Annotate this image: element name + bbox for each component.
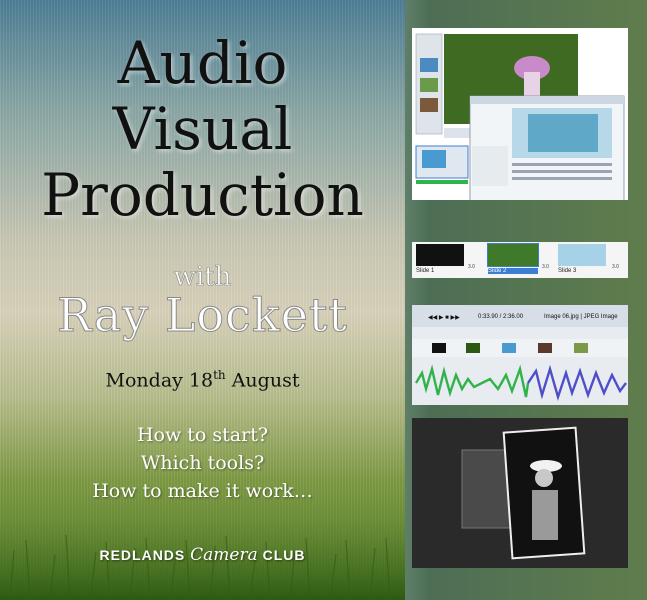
- date-suffix: th: [213, 368, 226, 382]
- timeline-waveform: [412, 339, 628, 402]
- question-2: Which tools?: [140, 452, 265, 474]
- question-3: How to make it work…: [92, 480, 313, 502]
- date-day: Monday 18: [105, 369, 214, 392]
- screenshot-photo: [412, 418, 628, 568]
- slide-value-2: 3.0: [542, 264, 549, 270]
- title-line-1: Audio: [117, 29, 288, 97]
- slide-thumb-2: [487, 243, 539, 267]
- bw-photo-illustration: [412, 418, 628, 568]
- club-logo: REDLANDS Camera CLUB: [0, 545, 405, 565]
- slide-value-1: 3.0: [468, 264, 475, 270]
- image-info: Image 06.jpg | JPEG Image: [544, 314, 618, 320]
- event-date: Monday 18th August: [0, 368, 405, 391]
- slide-label-3: Slide 3: [558, 268, 577, 274]
- time-readout: 0:33.90 / 2:36.00: [478, 314, 524, 320]
- poster: Audio Visual Production with Ray Lockett…: [0, 0, 647, 600]
- presenter-name: Ray Lockett: [57, 288, 348, 343]
- title-line-2: Visual: [112, 95, 293, 163]
- editor-illustration: [412, 28, 628, 203]
- club-post: CLUB: [257, 547, 306, 563]
- date-month: August: [225, 369, 300, 392]
- play-controls-icon: ◀◀ ▶ ■ ▶▶: [428, 315, 460, 321]
- title-line-3: Production: [41, 161, 364, 229]
- slide-thumb-1: [416, 244, 464, 266]
- slide-value-3: 3.0: [612, 264, 619, 270]
- question-1: How to start?: [136, 424, 269, 446]
- slide-label-1: Slide 1: [416, 268, 435, 274]
- club-pre: REDLANDS: [99, 547, 191, 563]
- club-mid: Camera: [190, 545, 258, 565]
- screenshot-editor: [412, 28, 628, 203]
- screenshot-timeline: ◀◀ ▶ ■ ▶▶ 0:33.90 / 2:36.00 Image 06.jpg…: [412, 305, 628, 405]
- slide-label-2: Slide 2: [488, 268, 538, 274]
- slide-thumb-3: [558, 244, 606, 266]
- screenshot-slides: Slide 1 Slide 2 Slide 3 3.0 3.0 3.0: [412, 242, 628, 278]
